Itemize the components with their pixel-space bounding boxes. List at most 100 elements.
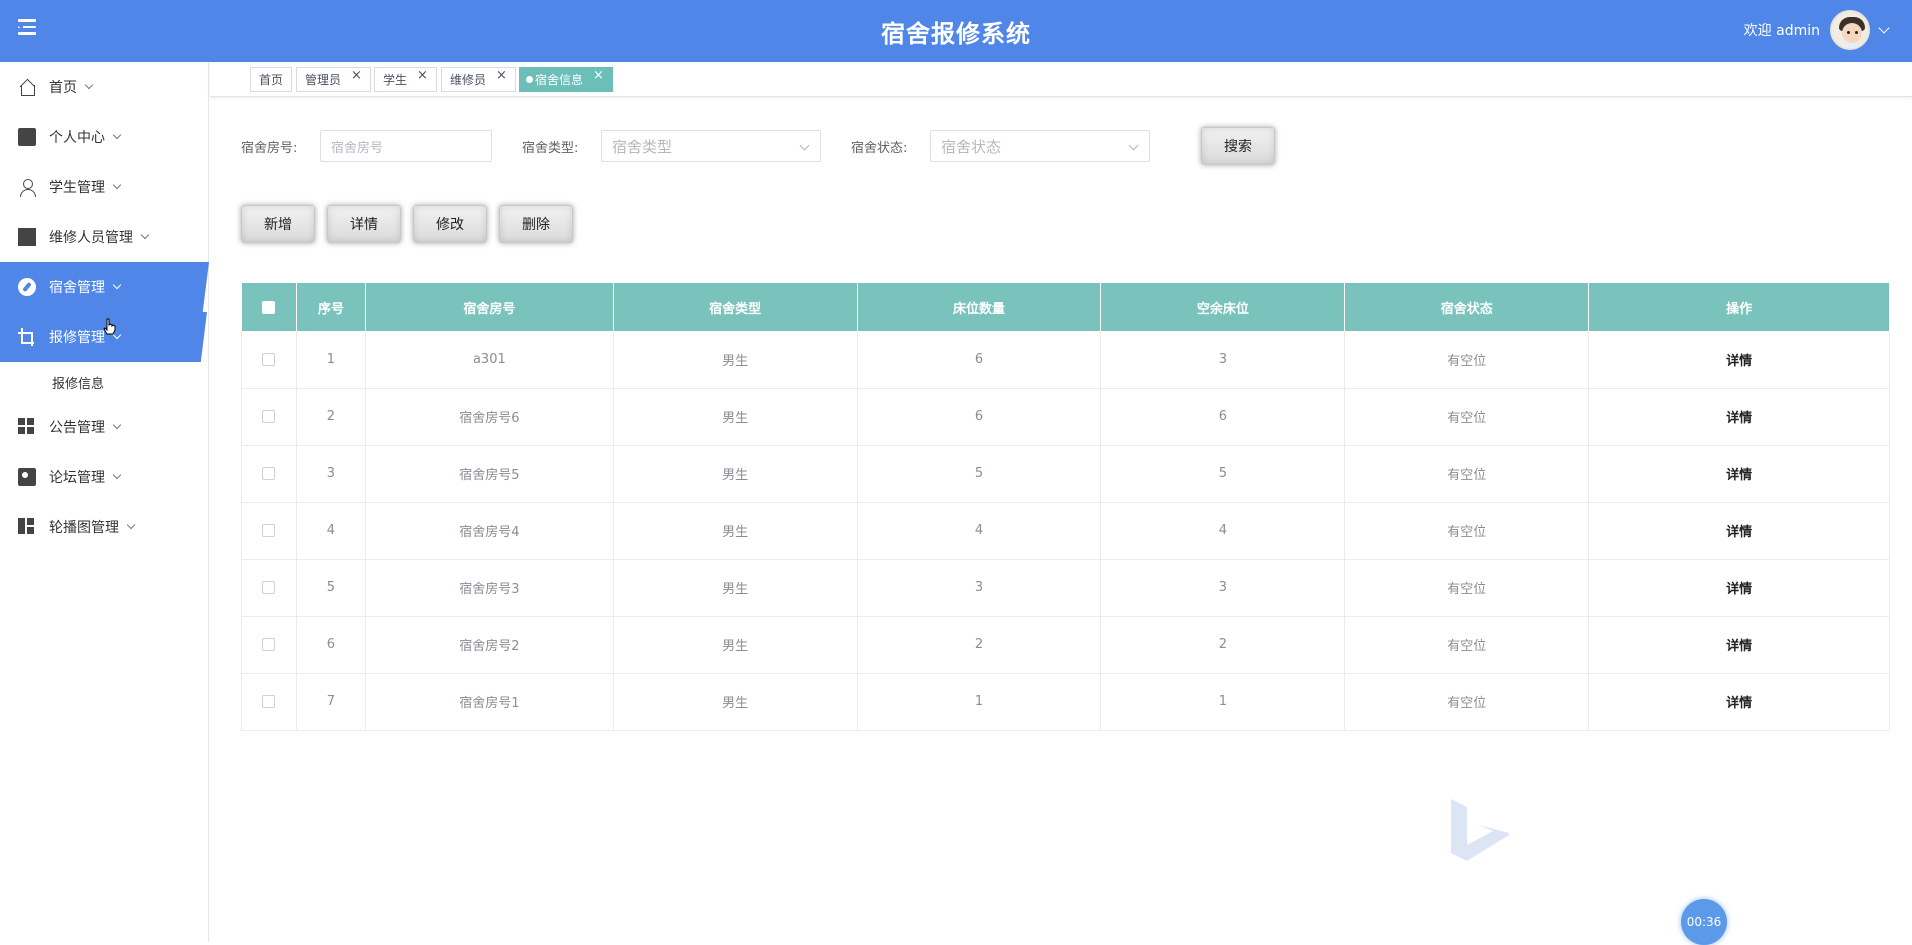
dorm-type-placeholder: 宿舍类型 xyxy=(612,137,673,156)
row-checkbox[interactable] xyxy=(262,352,276,366)
sidebar-item-notices[interactable]: 公告管理 xyxy=(0,402,208,452)
close-icon[interactable]: × xyxy=(351,68,362,83)
dorm-type-select[interactable]: 宿舍类型 xyxy=(601,130,821,162)
chevron-down-icon xyxy=(1128,140,1139,151)
column-header: 宿舍状态 xyxy=(1344,283,1590,331)
room-number-placeholder: 宿舍房号 xyxy=(331,140,384,156)
select-all-cell xyxy=(241,283,297,331)
sidebar-item-label: 公告管理 xyxy=(49,420,105,436)
cell-status: 有空位 xyxy=(1344,673,1590,731)
table-row[interactable]: 3 宿舍房号5 男生 5 5 有空位 详情 xyxy=(241,445,1890,503)
sidebar-item-repairmen[interactable]: 维修人员管理 xyxy=(0,212,208,262)
delete-button[interactable]: 删除 xyxy=(499,205,573,243)
column-header: 宿舍类型 xyxy=(613,283,858,331)
room-number-label: 宿舍房号: xyxy=(241,141,298,156)
row-detail-link[interactable]: 详情 xyxy=(1588,388,1890,446)
sidebar-item-dorms[interactable]: 宿舍管理 xyxy=(0,262,208,312)
table-row[interactable]: 5 宿舍房号3 男生 3 3 有空位 详情 xyxy=(241,559,1890,617)
wallet-icon xyxy=(18,128,36,146)
sidebar-subitem-repair-info[interactable]: 报修信息 xyxy=(0,362,208,402)
room-number-input[interactable]: 宿舍房号 xyxy=(320,130,492,162)
grid-icon xyxy=(18,418,36,436)
cell-type: 男生 xyxy=(613,388,858,446)
sidebar-item-label: 个人中心 xyxy=(49,130,105,146)
close-icon[interactable]: × xyxy=(417,68,428,83)
dorm-status-placeholder: 宿舍状态 xyxy=(941,137,1002,156)
tab-repairmen[interactable]: 维修员 × xyxy=(441,67,516,92)
search-button[interactable]: 搜索 xyxy=(1201,127,1275,165)
table-row[interactable]: 2 宿舍房号6 男生 6 6 有空位 详情 xyxy=(241,388,1890,446)
table-row[interactable]: 1 a301 男生 6 3 有空位 详情 xyxy=(241,331,1890,389)
tab-dorm-info[interactable]: 宿舍信息 × xyxy=(519,67,613,92)
add-button[interactable]: 新增 xyxy=(241,205,315,243)
row-detail-link[interactable]: 详情 xyxy=(1588,673,1890,731)
cell-room: 宿舍房号5 xyxy=(365,445,614,503)
cell-room: 宿舍房号2 xyxy=(365,616,614,674)
cell-no: 7 xyxy=(296,673,366,731)
row-checkbox[interactable] xyxy=(262,581,276,594)
select-all-checkbox[interactable] xyxy=(262,300,276,314)
cell-status: 有空位 xyxy=(1344,388,1590,446)
row-checkbox[interactable] xyxy=(262,467,276,480)
cell-room: 宿舍房号4 xyxy=(365,502,614,560)
close-icon[interactable]: × xyxy=(496,68,507,83)
chevron-down-icon[interactable] xyxy=(1878,22,1890,34)
cell-beds: 1 xyxy=(857,673,1102,731)
timer-badge[interactable]: 00:36 xyxy=(1681,899,1727,945)
row-checkbox[interactable] xyxy=(262,524,276,537)
cell-status: 有空位 xyxy=(1344,616,1590,674)
table-row[interactable]: 7 宿舍房号1 男生 1 1 有空位 详情 xyxy=(241,673,1890,731)
book-icon xyxy=(18,468,36,486)
detail-button[interactable]: 详情 xyxy=(327,205,401,243)
row-checkbox[interactable] xyxy=(262,638,276,651)
top-header: 宿舍报修系统 欢迎 admin xyxy=(0,0,1912,62)
sidebar-item-label: 论坛管理 xyxy=(49,470,105,486)
tab-students[interactable]: 学生 × xyxy=(374,67,437,92)
sidebar-item-profile[interactable]: 个人中心 xyxy=(0,112,208,162)
tab-label: 宿舍信息 xyxy=(535,73,584,87)
table-row[interactable]: 6 宿舍房号2 男生 2 2 有空位 详情 xyxy=(241,616,1890,674)
row-detail-link[interactable]: 详情 xyxy=(1588,502,1890,560)
column-header: 空余床位 xyxy=(1100,283,1346,331)
user-menu[interactable]: 欢迎 admin xyxy=(1744,8,1890,52)
cell-no: 2 xyxy=(296,388,366,446)
row-detail-link[interactable]: 详情 xyxy=(1588,559,1890,617)
chevron-down-icon xyxy=(126,520,136,530)
dorm-status-select[interactable]: 宿舍状态 xyxy=(930,130,1150,162)
edit-button[interactable]: 修改 xyxy=(413,205,487,243)
row-detail-link[interactable]: 详情 xyxy=(1588,331,1890,389)
row-select-cell xyxy=(241,616,297,674)
cell-type: 男生 xyxy=(613,559,858,617)
close-icon[interactable]: × xyxy=(593,68,604,83)
sidebar-item-forum[interactable]: 论坛管理 xyxy=(0,452,208,502)
cell-status: 有空位 xyxy=(1344,445,1590,503)
sidebar-item-home[interactable]: 首页 xyxy=(0,62,208,112)
cell-beds: 5 xyxy=(857,445,1102,503)
cell-beds: 4 xyxy=(857,502,1102,560)
row-select-cell xyxy=(241,445,297,503)
avatar[interactable] xyxy=(1830,10,1870,50)
person-icon xyxy=(18,178,36,197)
cell-type: 男生 xyxy=(613,673,858,731)
tab-admins[interactable]: 管理员 × xyxy=(296,67,371,92)
cell-no: 1 xyxy=(296,331,366,389)
cell-type: 男生 xyxy=(613,502,858,560)
sidebar-item-carousel[interactable]: 轮播图管理 xyxy=(0,502,208,552)
cell-room: 宿舍房号3 xyxy=(365,559,614,617)
row-checkbox[interactable] xyxy=(262,695,276,708)
cell-free: 2 xyxy=(1100,616,1346,674)
table-row[interactable]: 4 宿舍房号4 男生 4 4 有空位 详情 xyxy=(241,502,1890,560)
row-detail-link[interactable]: 详情 xyxy=(1588,616,1890,674)
cell-room: 宿舍房号1 xyxy=(365,673,614,731)
tab-label: 维修员 xyxy=(450,73,487,87)
dorm-status-label: 宿舍状态: xyxy=(851,141,908,156)
tab-home[interactable]: 首页 xyxy=(250,67,293,92)
cell-type: 男生 xyxy=(613,331,858,389)
dorm-type-label: 宿舍类型: xyxy=(522,141,579,156)
row-checkbox[interactable] xyxy=(262,410,276,423)
cell-free: 3 xyxy=(1100,331,1346,389)
row-detail-link[interactable]: 详情 xyxy=(1588,445,1890,503)
chevron-down-icon xyxy=(799,140,810,151)
sidebar-item-label: 轮播图管理 xyxy=(49,520,119,536)
sidebar-item-students[interactable]: 学生管理 xyxy=(0,162,208,212)
